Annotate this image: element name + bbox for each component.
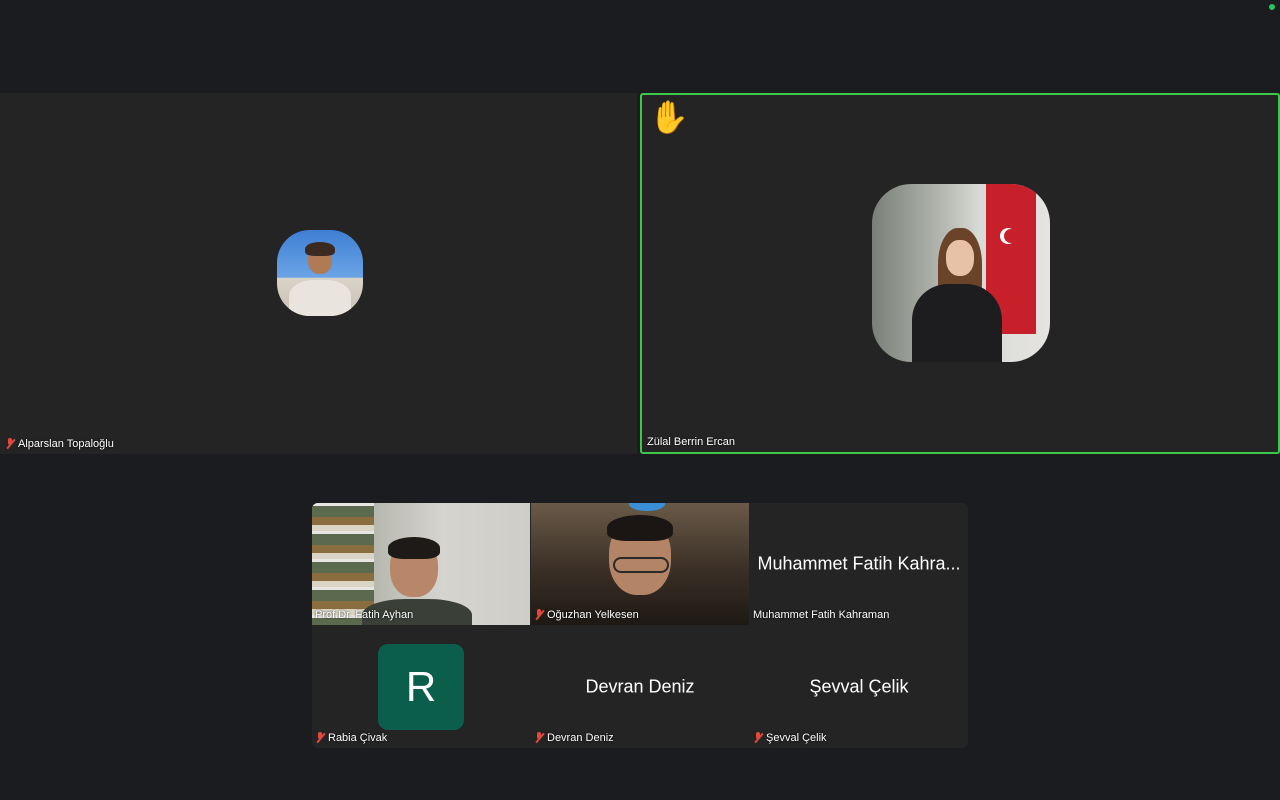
glasses-icon [613, 557, 669, 573]
participant-name-label: Prof.Dr. Fatih Ayhan [315, 609, 414, 621]
connection-status-dot [1269, 4, 1275, 10]
video-tile-sevval[interactable]: Şevval Çelik Şevval Çelik [750, 626, 968, 748]
avatar-alparslan [277, 230, 363, 316]
video-tile-muhammet[interactable]: Muhammet Fatih Kahra... Muhammet Fatih K… [750, 503, 968, 625]
participant-name-label: Rabia Çivak [315, 732, 387, 744]
mic-muted-icon [5, 438, 15, 450]
participant-name-label: Alparslan Topaloğlu [5, 438, 114, 450]
bookshelf-background [312, 503, 374, 625]
participant-display-name: Devran Deniz [585, 676, 695, 697]
video-tile-fatih-ayhan[interactable]: Prof.Dr. Fatih Ayhan [312, 503, 530, 625]
participant-display-name: Şevval Çelik [809, 676, 909, 697]
video-tile-zulal[interactable]: ✋ Zülal Berrin Ercan [640, 93, 1280, 454]
participant-name-label: Devran Deniz [534, 732, 614, 744]
raised-hand-icon: ✋ [649, 98, 689, 136]
mic-muted-icon [534, 732, 544, 744]
mic-muted-icon [315, 732, 325, 744]
participant-name-label: Oğuzhan Yelkesen [534, 609, 639, 621]
mic-muted-icon [753, 732, 763, 744]
avatar-initial-rabia: R [378, 644, 464, 730]
participant-name-label: Zülal Berrin Ercan [647, 436, 736, 448]
video-tile-rabia[interactable]: R Rabia Çivak [312, 626, 530, 748]
video-tile-oguzhan[interactable]: Oğuzhan Yelkesen [531, 503, 749, 625]
participant-gallery: Prof.Dr. Fatih Ayhan Oğuzhan Yelkesen Mu… [312, 503, 968, 748]
mic-muted-icon [534, 609, 544, 621]
participant-name-label: Şevval Çelik [753, 732, 827, 744]
participant-display-name: Muhammet Fatih Kahra... [757, 553, 961, 574]
video-tile-alparslan[interactable]: Alparslan Topaloğlu [0, 93, 637, 454]
participant-name-label: Muhammet Fatih Kahraman [753, 609, 890, 621]
video-tile-devran[interactable]: Devran Deniz Devran Deniz [531, 626, 749, 748]
avatar-zulal [872, 184, 1050, 362]
